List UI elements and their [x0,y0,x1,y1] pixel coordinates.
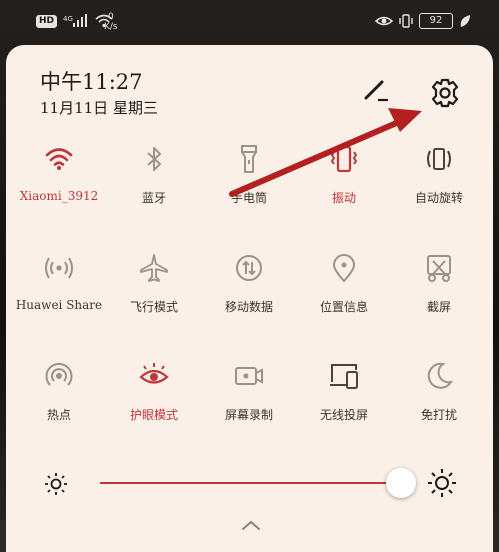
signal-icon: 4G [63,14,88,27]
settings-gear-icon[interactable] [429,77,461,109]
vibrate-status-icon [399,14,413,28]
tile-bluetooth[interactable]: 蓝牙 [104,143,204,223]
tile-label: 截屏 [426,300,451,314]
tile-label: 蓝牙 [141,191,166,205]
tile-flashlight[interactable]: 手电筒 [199,143,299,223]
brightness-high-icon [428,469,456,497]
tile-label: Xiaomi_3912 [19,189,99,203]
wifi-icon [45,148,73,170]
screen-record-icon [235,367,263,385]
status-bar: HD 4G 0 K/s 92 [0,0,499,44]
tile-label: Huawei Share [15,298,103,312]
tile-airplane[interactable]: 飞行模式 [104,252,204,332]
battery-indicator: 92 [419,13,453,29]
location-icon [332,254,356,283]
tile-wifi[interactable]: Xiaomi_3912 [9,143,109,223]
tile-vibrate[interactable]: 振动 [294,143,394,223]
network-speed: 0 K/s [104,12,118,32]
wireless-projection-icon [330,364,358,389]
speed-value: 0 [107,12,114,22]
tile-do-not-disturb[interactable]: 免打扰 [389,360,489,440]
edit-icon[interactable] [362,76,390,104]
tile-eye-comfort[interactable]: 护眼模式 [104,360,204,440]
vibrate-icon [330,145,358,173]
tile-huawei-share[interactable]: Huawei Share [9,252,109,332]
tile-wireless-projection[interactable]: 无线投屏 [294,360,394,440]
tile-screenshot[interactable]: 截屏 [389,252,489,332]
clock-time: 中午11:27 [40,70,143,94]
status-right: 92 [375,13,471,29]
brightness-slider-knob[interactable] [386,468,416,498]
eye-comfort-status-icon [375,16,393,26]
airplane-icon [140,254,168,282]
leaf-icon [460,15,470,27]
do-not-disturb-icon [427,362,454,389]
clock-date: 11月11日 星期三 [40,99,158,117]
huawei-share-icon [45,257,73,279]
tile-auto-rotate[interactable]: 自动旋转 [389,143,489,223]
tile-location[interactable]: 位置信息 [294,252,394,332]
tile-label: 自动旋转 [414,191,463,205]
tile-label: 护眼模式 [129,408,178,422]
hd-badge: HD [36,14,58,28]
tile-label: 振动 [331,191,356,205]
speed-unit: K/s [104,22,118,32]
tile-label: 无线投屏 [319,408,368,422]
tile-label: 位置信息 [319,300,368,314]
status-left: HD 4G [36,14,113,28]
tile-label: 飞行模式 [129,300,178,314]
network-type: 4G [63,15,73,23]
mobile-data-icon [236,255,262,281]
tile-screen-record[interactable]: 屏幕录制 [199,360,299,440]
tile-label: 热点 [46,408,71,422]
tile-label: 免打扰 [420,408,457,422]
tile-hotspot[interactable]: 热点 [9,360,109,440]
tile-label: 屏幕录制 [224,408,273,422]
eye-comfort-icon [139,363,169,384]
auto-rotate-icon [427,148,451,170]
brightness-slider-track[interactable] [100,482,400,484]
chevron-up-icon[interactable] [241,518,261,532]
tile-label: 手电筒 [230,191,267,205]
tile-label: 移动数据 [224,300,273,314]
hotspot-icon [45,362,73,386]
flashlight-icon [241,145,257,173]
brightness-low-icon [45,473,67,495]
screenshot-icon [427,255,451,282]
bluetooth-icon [147,147,161,171]
tile-mobile-data[interactable]: 移动数据 [199,252,299,332]
